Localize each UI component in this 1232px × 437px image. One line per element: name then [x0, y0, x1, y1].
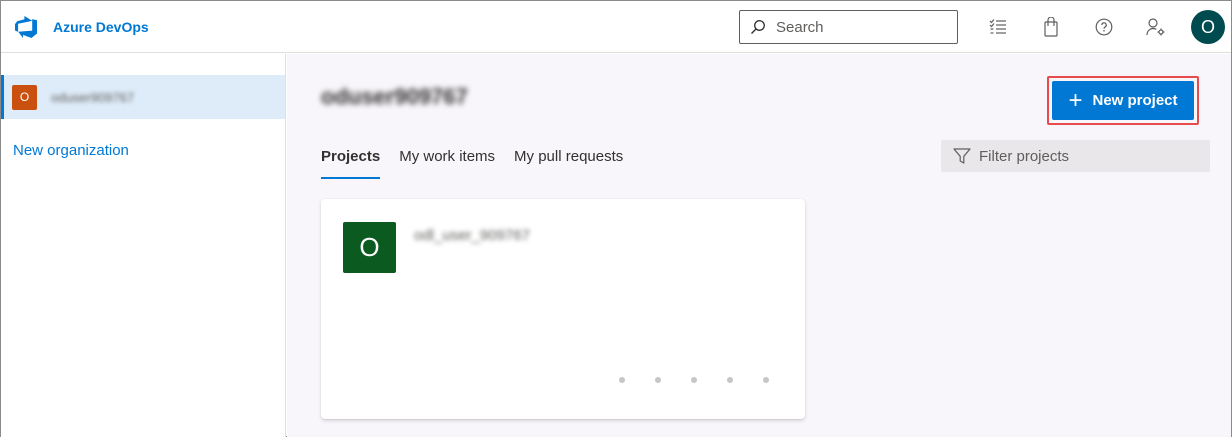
search-box[interactable]	[739, 10, 958, 44]
azure-devops-logo-icon	[15, 16, 37, 38]
plus-icon: +	[1068, 86, 1083, 114]
project-avatar: O	[343, 222, 396, 273]
filter-projects-input[interactable]	[979, 147, 1199, 165]
loading-dot	[763, 377, 769, 383]
user-settings-icon[interactable]	[1145, 16, 1167, 38]
top-bar: Azure DevOps Search O	[1, 1, 1231, 53]
project-name[interactable]: odl_user_909767	[414, 227, 530, 244]
help-icon[interactable]	[1093, 16, 1115, 38]
main-content: oduser909767 + New project Projects My w…	[287, 54, 1231, 437]
new-project-label: New project	[1092, 92, 1178, 109]
project-card[interactable]: O odl_user_909767	[321, 199, 805, 419]
sidebar: O oduser909767 New organization	[1, 54, 286, 437]
tab-my-pull-requests[interactable]: My pull requests	[514, 148, 623, 179]
search-icon	[751, 20, 765, 34]
brand-name: Azure DevOps	[53, 19, 149, 35]
marketplace-bag-icon[interactable]	[1040, 16, 1062, 38]
filter-box[interactable]	[941, 140, 1210, 172]
brand[interactable]: Azure DevOps	[15, 15, 149, 39]
search-input[interactable]	[776, 18, 946, 36]
loading-dot	[691, 377, 697, 383]
work-items-list-icon[interactable]	[987, 16, 1009, 38]
new-organization-link[interactable]: New organization	[13, 142, 129, 159]
sidebar-item-organization[interactable]: O oduser909767	[1, 75, 285, 119]
page-title: oduser909767	[321, 84, 468, 109]
user-avatar[interactable]: O	[1191, 10, 1225, 44]
loading-dot	[619, 377, 625, 383]
tab-my-work-items[interactable]: My work items	[399, 148, 495, 179]
tab-bar: Projects My work items My pull requests	[321, 148, 642, 179]
organization-avatar: O	[12, 84, 37, 110]
new-project-button[interactable]: + New project	[1052, 81, 1194, 120]
tab-projects[interactable]: Projects	[321, 148, 381, 179]
filter-icon	[953, 148, 971, 164]
loading-dot	[655, 377, 661, 383]
organization-name: oduser909767	[51, 89, 135, 105]
loading-dot	[727, 377, 733, 383]
loading-dots	[619, 377, 799, 383]
